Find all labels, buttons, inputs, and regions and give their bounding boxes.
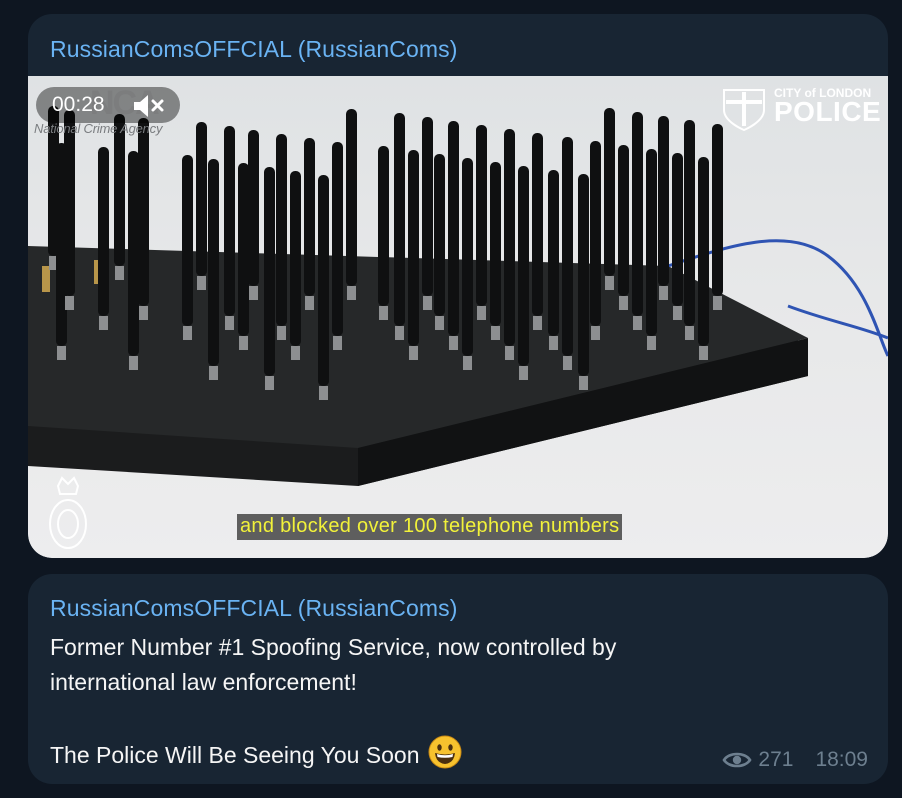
sender-name[interactable]: RussianComsOFFCIAL (RussianComs) xyxy=(50,36,458,63)
video-frame-image xyxy=(28,106,888,486)
video-duration: 00:28 xyxy=(52,93,105,116)
nca-name-watermark: National Crime Agency xyxy=(34,121,163,136)
message-meta: 271 18:09 xyxy=(722,748,868,772)
message-text: Former Number #1 Spoofing Service, now c… xyxy=(50,630,810,773)
video-caption: and blocked over 100 telephone numbers xyxy=(237,514,623,540)
message-bubble-video[interactable]: RussianComsOFFCIAL (RussianComs) NCA 00:… xyxy=(28,14,888,558)
sender-name[interactable]: RussianComsOFFCIAL (RussianComs) xyxy=(50,595,458,622)
message-line-with-emoji: The Police Will Be Seeing You Soon xyxy=(50,735,810,773)
message-bubble-text[interactable]: RussianComsOFFCIAL (RussianComs) Former … xyxy=(28,574,888,784)
message-line: Former Number #1 Spoofing Service, now c… xyxy=(50,634,617,660)
video-player[interactable]: NCA 00:28 National Crime Agency CITY of … xyxy=(28,76,888,558)
grinning-face-emoji-icon xyxy=(428,735,462,769)
message-line: The Police Will Be Seeing You Soon xyxy=(50,742,420,768)
police-crest-icon xyxy=(723,89,765,132)
message-line: international law enforcement! xyxy=(50,669,357,695)
eye-views-icon xyxy=(722,752,752,768)
royal-crest-icon xyxy=(49,476,87,549)
message-time: 18:09 xyxy=(815,748,868,771)
muted-speaker-icon[interactable] xyxy=(132,92,168,120)
view-count: 271 xyxy=(758,748,794,771)
police-name-watermark: POLICE xyxy=(774,96,882,127)
